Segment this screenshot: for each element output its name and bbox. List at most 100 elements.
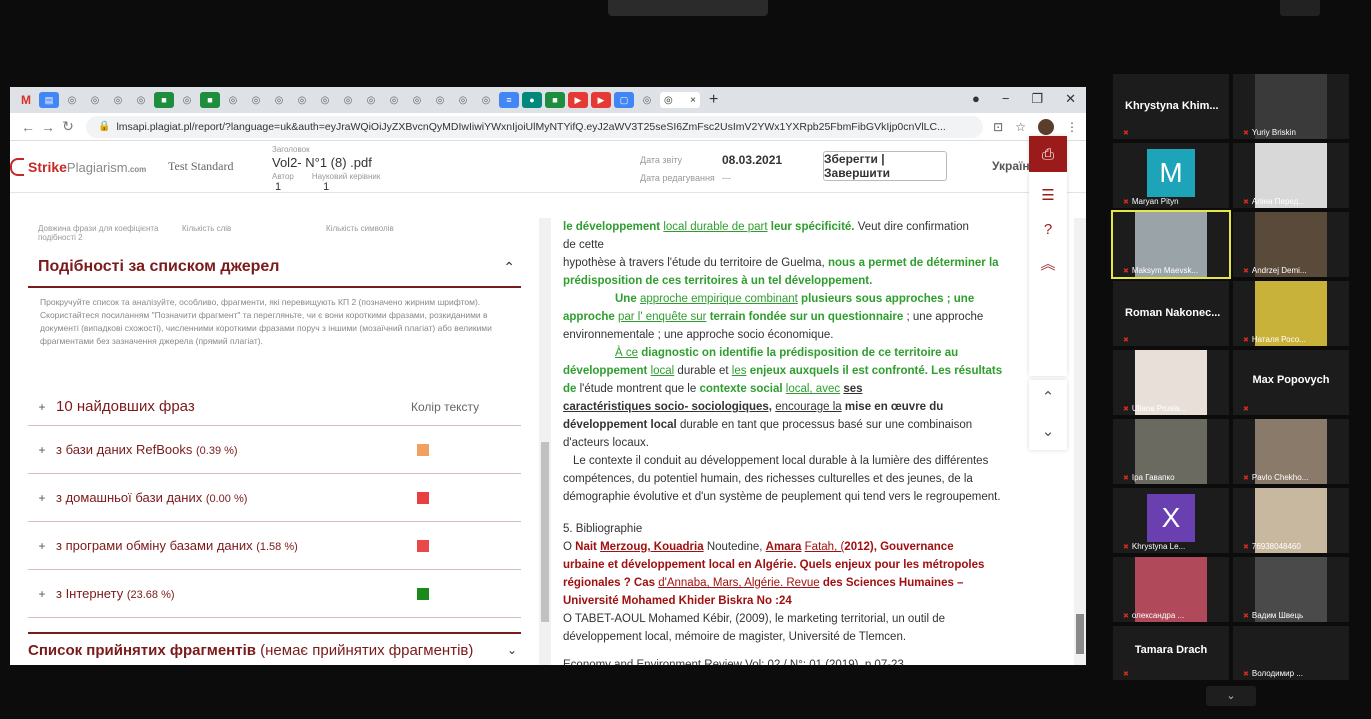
record-icon[interactable]: ●	[972, 91, 980, 107]
participant-tile[interactable]: Roman Nakonec... ✖	[1113, 281, 1229, 346]
chevron-up-icon[interactable]: ⌃	[1029, 380, 1067, 414]
tab-teal-icon[interactable]: ●	[522, 92, 542, 108]
app-header: StrikePlagiarism.com Test Standard Загол…	[10, 141, 1086, 193]
translate-icon[interactable]: ⊡	[993, 120, 1003, 134]
top-phrases-row[interactable]: + 10 найдовших фраз Колір тексту	[28, 388, 521, 426]
scrollbar-thumb[interactable]	[1076, 614, 1084, 654]
tab-globe[interactable]: ◎	[177, 92, 197, 108]
participant-tile[interactable]: Khrystyna Khim... ✖	[1113, 74, 1229, 139]
tab-youtube-icon[interactable]: ▶	[568, 92, 588, 108]
tab-globe[interactable]: ◎	[246, 92, 266, 108]
close-window-button[interactable]: ✕	[1065, 91, 1076, 107]
participant-tile[interactable]: Ipa Гавапко	[1113, 419, 1229, 484]
chevron-down-icon[interactable]: ⌄	[1029, 414, 1067, 448]
profile-avatar[interactable]	[1038, 118, 1054, 135]
accepted-fragments-header[interactable]: Список прийнятих фрагментів (немає прийн…	[28, 632, 521, 665]
tab-globe[interactable]: ◎	[453, 92, 473, 108]
participant-tile[interactable]: Yuriy Briskin	[1233, 74, 1349, 139]
tab-youtube-icon[interactable]: ▶	[591, 92, 611, 108]
char-count-label: Кількість символів	[326, 224, 394, 233]
tab-globe[interactable]: ◎	[62, 92, 82, 108]
edit-date: ---	[722, 173, 731, 183]
similarity-section-header[interactable]: Подібності за списком джерел ⌃	[28, 248, 521, 288]
participant-tile[interactable]: Uliana Prusia...	[1113, 350, 1229, 415]
expand-plus-icon[interactable]: +	[28, 587, 56, 601]
expand-plus-icon[interactable]: +	[28, 491, 56, 505]
forward-button[interactable]: →	[38, 119, 58, 135]
participant-tile[interactable]: Pavlo Chekho...	[1233, 419, 1349, 484]
save-finish-button[interactable]: Зберегти | Завершити	[823, 151, 947, 181]
participant-name: Andrzej Demi...	[1243, 266, 1307, 275]
participant-tile[interactable]: Вадим Швець	[1233, 557, 1349, 622]
tab-gmail[interactable]: M	[16, 92, 36, 108]
tab-close-icon[interactable]: ×	[690, 95, 696, 106]
scrollbar-thumb[interactable]	[541, 442, 549, 622]
tab-green-icon[interactable]: ■	[200, 92, 220, 108]
participant-tile[interactable]: XKhrystyna Le...	[1113, 488, 1229, 553]
tab-classroom-icon[interactable]: ■	[545, 92, 565, 108]
minimize-button[interactable]: −	[1002, 91, 1010, 107]
source-row-exchange[interactable]: + з програми обміну базами даних (1.58 %…	[28, 522, 521, 570]
zoom-top-bar[interactable]	[608, 0, 768, 16]
participant-tile[interactable]: Аліна Перед...	[1233, 143, 1349, 208]
right-scrollbar[interactable]	[1074, 218, 1086, 665]
tab-green-icon[interactable]: ■	[154, 92, 174, 108]
left-scrollbar[interactable]	[539, 218, 551, 665]
zoom-view-button[interactable]	[1280, 0, 1320, 16]
source-row-internet[interactable]: + з Інтернету (23.68 %)	[28, 570, 521, 618]
participant-tile[interactable]: Max Popovych ✖	[1233, 350, 1349, 415]
help-icon[interactable]: ?	[1029, 212, 1067, 246]
tab-globe[interactable]: ◎	[384, 92, 404, 108]
back-button[interactable]: ←	[18, 119, 38, 135]
expand-plus-icon[interactable]: +	[28, 443, 56, 457]
gallery-next-button[interactable]: ⌄	[1206, 686, 1256, 706]
logo[interactable]: StrikePlagiarism.com	[10, 157, 168, 176]
tab-globe[interactable]: ◎	[85, 92, 105, 108]
tab-globe[interactable]: ◎	[637, 92, 657, 108]
tab-globe[interactable]: ◎	[292, 92, 312, 108]
chevron-down-icon[interactable]: ⌄	[507, 643, 521, 657]
tab-globe[interactable]: ◎	[338, 92, 358, 108]
tab-globe[interactable]: ◎	[476, 92, 496, 108]
expand-plus-icon[interactable]: +	[28, 400, 56, 414]
star-icon[interactable]: ☆	[1015, 120, 1026, 134]
participant-tile[interactable]: 76938048460	[1233, 488, 1349, 553]
tab-globe[interactable]: ◎	[269, 92, 289, 108]
participant-tile[interactable]: Наталя Росо...	[1233, 281, 1349, 346]
expand-plus-icon[interactable]: +	[28, 539, 56, 553]
text-span: leur spécificité.	[770, 221, 855, 233]
source-row-home-db[interactable]: + з домашньої бази даних (0.00 %)	[28, 474, 521, 522]
tab-active[interactable]: ◎ ×	[660, 92, 700, 108]
participant-tile[interactable]: Володимир ...	[1233, 626, 1349, 680]
text-line: O TABET-AOUL Mohamed Kébir, (2009), le m…	[563, 613, 946, 625]
text-span: Veut dire confirmation	[857, 221, 969, 233]
restore-button[interactable]: ❐	[1031, 91, 1043, 107]
menu-icon[interactable]: ⋮	[1066, 120, 1078, 134]
new-tab-button[interactable]: +	[709, 91, 718, 109]
chevron-up-icon[interactable]: ⌃	[503, 259, 521, 276]
tab-globe[interactable]: ◎	[131, 92, 151, 108]
tab-site-icon[interactable]: ▤	[39, 92, 59, 108]
tab-globe[interactable]: ◎	[315, 92, 335, 108]
tab-globe[interactable]: ◎	[430, 92, 450, 108]
tab-globe[interactable]: ◎	[223, 92, 243, 108]
participant-tile[interactable]: MMaryan Pityn	[1113, 143, 1229, 208]
source-label: з Інтернету	[56, 586, 124, 601]
tab-blue-icon[interactable]: ▢	[614, 92, 634, 108]
reload-button[interactable]: ↻	[58, 118, 78, 135]
text-span: local, avec	[785, 383, 841, 395]
tab-docs-icon[interactable]: ≡	[499, 92, 519, 108]
source-row-refbooks[interactable]: + з бази даних RefBooks (0.39 %)	[28, 426, 521, 474]
comment-icon[interactable]: ☰	[1029, 178, 1067, 212]
print-icon[interactable]: ⎙	[1029, 136, 1067, 172]
participant-tile[interactable]: Andrzej Demi...	[1233, 212, 1349, 277]
participant-tile[interactable]: олександра ...	[1113, 557, 1229, 622]
url-field[interactable]: 🔒 lmsapi.plagiat.pl/report/?language=uk&…	[86, 115, 984, 138]
tab-globe[interactable]: ◎	[108, 92, 128, 108]
participant-name: Вадим Швець	[1243, 611, 1303, 620]
tab-globe[interactable]: ◎	[407, 92, 427, 108]
participant-tile-active[interactable]: Maksym Maevsk...	[1111, 210, 1231, 279]
double-chevron-up-icon[interactable]: ︽	[1029, 246, 1067, 280]
tab-globe[interactable]: ◎	[361, 92, 381, 108]
participant-tile[interactable]: Tamara Drach ✖	[1113, 626, 1229, 680]
